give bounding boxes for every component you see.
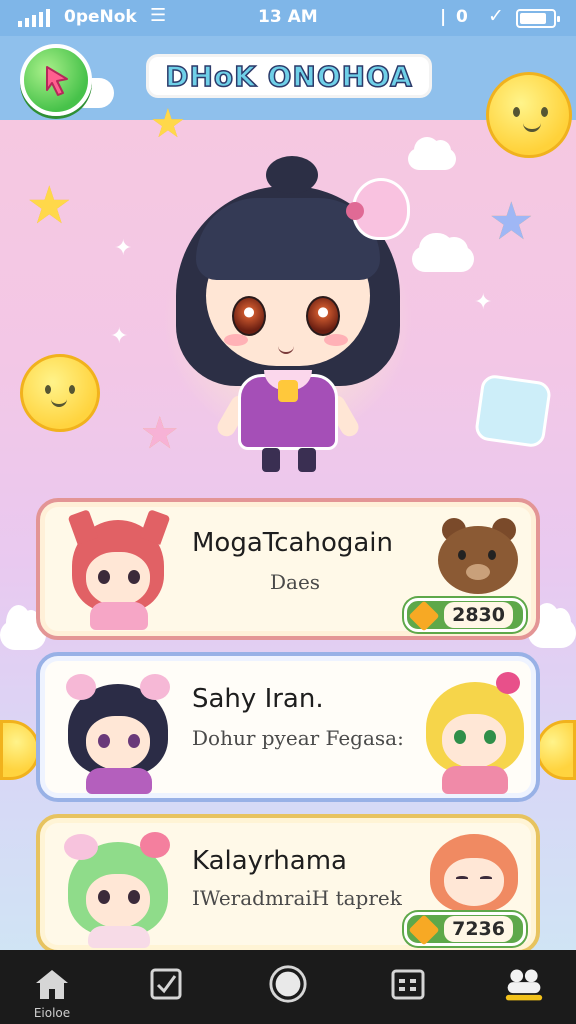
score-value: 2830 [444, 602, 513, 628]
arrow-cursor-icon [46, 66, 68, 96]
gem-icon [408, 914, 440, 946]
home-icon [32, 964, 72, 1004]
status-indicator: | [440, 7, 447, 27]
nav-item-tasks[interactable] [118, 950, 214, 1024]
carrier-label: 0peNok [64, 7, 137, 27]
bottom-nav: Eioloe [0, 950, 576, 1024]
star-decoration: ★ [488, 192, 535, 252]
list-item[interactable]: Kalayrhama IWeradmraiH taprek 7236 [36, 814, 540, 954]
character-subtitle: IWeradmraiH taprek [192, 886, 402, 910]
dark-hair-girl-avatar-icon [58, 668, 178, 794]
cat-girl-avatar-icon [58, 509, 178, 630]
star-decoration: ★ [26, 176, 73, 236]
calendar-icon [388, 964, 428, 1004]
gem-icon [408, 600, 440, 632]
list-item[interactable]: Sahy Iran. Dohur pyear Fegasa: [36, 652, 540, 802]
star-decoration: ★ [150, 101, 186, 147]
nav-item-home[interactable]: Eioloe [4, 950, 100, 1024]
green-hair-girl-avatar-icon [58, 828, 178, 948]
sun-decoration [486, 72, 572, 158]
nav-item-profile[interactable] [476, 950, 572, 1024]
back-button[interactable] [20, 44, 92, 116]
sun-decoration [0, 720, 40, 780]
character-subtitle: Dohur pyear Fegasa: [192, 726, 404, 750]
wifi-icon: ☰ [150, 5, 167, 26]
ice-cube-decoration [473, 373, 553, 449]
status-bar: 0peNok ☰ 13 AM | 0 ✓ [0, 0, 576, 36]
character-name: MogaTcahogain [192, 528, 393, 558]
score-badge: 7236 [404, 912, 526, 946]
app-title: DHoK ONOHOA [146, 54, 432, 98]
sparkle-decoration: ✦ [114, 236, 133, 261]
character-subtitle: Daes [270, 570, 321, 594]
checkbox-icon [146, 964, 186, 1004]
sun-decoration [20, 354, 100, 432]
circle-icon [268, 964, 308, 1004]
nav-item-center[interactable] [240, 950, 336, 1024]
cloud-decoration [408, 137, 456, 170]
profile-icon [504, 964, 544, 1004]
cloud-decoration [412, 233, 474, 272]
notification-icon: ✓ [488, 5, 504, 27]
status-extra-text: 0 [456, 7, 468, 27]
score-badge: 2830 [404, 598, 526, 632]
score-value: 7236 [444, 916, 513, 942]
sparkle-decoration: ✦ [474, 290, 493, 315]
clock: 13 AM [258, 7, 318, 27]
sun-decoration [536, 720, 576, 780]
character-name: Sahy Iran. [192, 684, 324, 714]
redhead-girl-avatar-icon [424, 828, 524, 912]
blonde-girl-avatar-icon [416, 668, 532, 794]
hero-character[interactable] [168, 156, 410, 476]
nav-label: Eioloe [33, 1006, 71, 1020]
sparkle-decoration: ✦ [110, 324, 129, 349]
bear-icon [434, 514, 522, 594]
battery-icon [516, 9, 560, 28]
nav-item-calendar[interactable] [360, 950, 456, 1024]
battery-level [520, 13, 546, 24]
signal-icon [18, 9, 50, 27]
character-name: Kalayrhama [192, 846, 347, 876]
list-item[interactable]: MogaTcahogain Daes 2830 [36, 498, 540, 640]
